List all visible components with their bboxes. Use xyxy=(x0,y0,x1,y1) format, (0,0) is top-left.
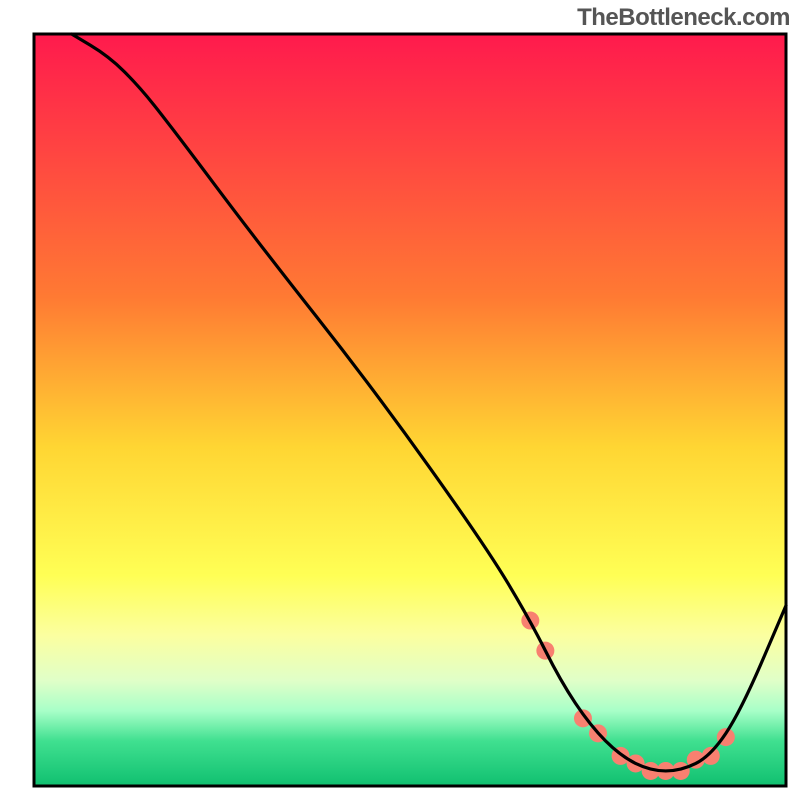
bottleneck-chart xyxy=(0,0,800,800)
chart-container: TheBottleneck.com xyxy=(0,0,800,800)
watermark-text: TheBottleneck.com xyxy=(577,4,790,32)
chart-background xyxy=(34,34,786,786)
